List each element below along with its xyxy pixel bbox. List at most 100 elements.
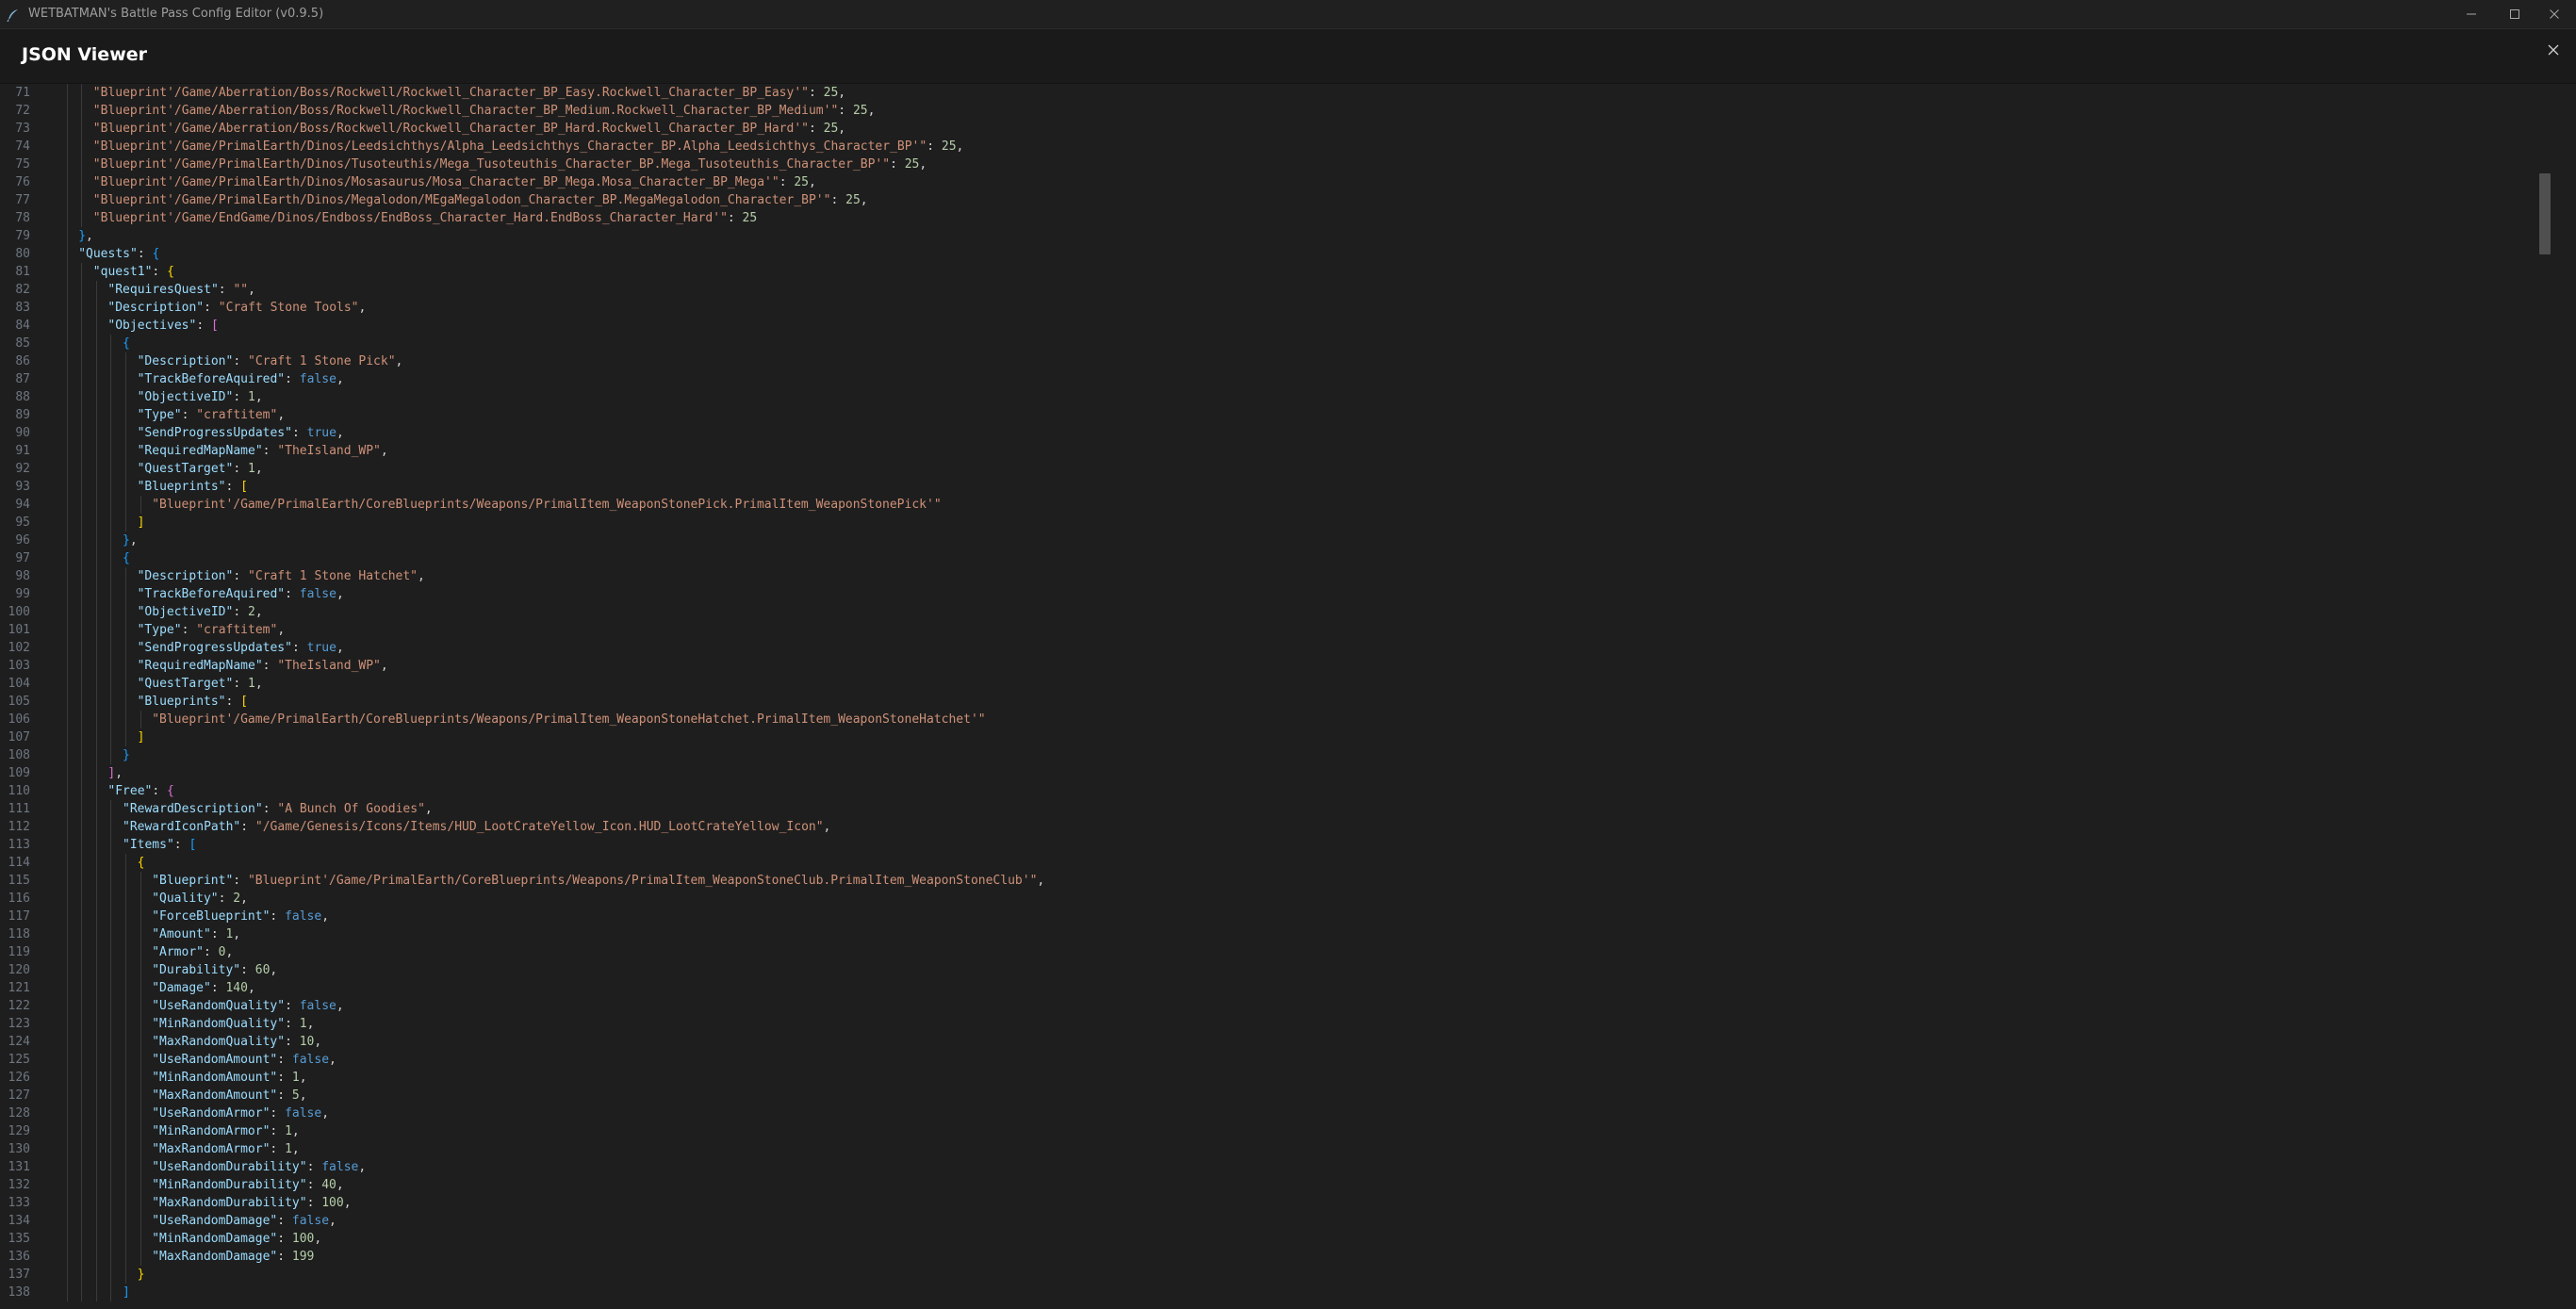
indent-guide	[95, 567, 97, 585]
indent-guide	[139, 1122, 141, 1140]
indent-guide	[139, 925, 141, 943]
indent-guide	[95, 782, 97, 800]
code-token: }	[78, 229, 87, 243]
indent-guide	[81, 800, 83, 818]
indent-guide	[81, 603, 83, 621]
json-code-view[interactable]: 71 "Blueprint'/Game/Aberration/Boss/Rockw…	[0, 84, 2554, 1309]
indent-guide	[66, 120, 68, 138]
code-token: "Blueprint'/Game/PrimalEarth/Dinos/Mosas…	[92, 175, 779, 189]
vertical-scrollbar[interactable]	[2535, 84, 2554, 1309]
code-token: "Blueprint'/Game/PrimalEarth/CoreBluepri…	[152, 498, 942, 512]
code-token: :	[277, 1071, 292, 1085]
line-number: 118	[8, 927, 30, 941]
code-token: 199	[291, 1250, 315, 1264]
code-content: "RewardIconPath": "/Game/Genesis/Icons/I…	[123, 818, 830, 836]
code-content: "Blueprint'/Game/PrimalEarth/Dinos/Mosas…	[93, 173, 816, 191]
indent-guide	[95, 764, 97, 782]
indent-guide	[110, 496, 112, 514]
code-token: ,	[395, 354, 403, 368]
code-token: :	[262, 802, 278, 816]
indent-guide	[95, 1104, 97, 1122]
indent-guide	[81, 1104, 83, 1122]
code-token: [	[189, 838, 197, 852]
line-number: 78	[15, 211, 30, 225]
code-token: "RequiredMapName"	[137, 659, 263, 673]
code-content: "Quality": 2,	[152, 890, 248, 908]
close-window-button[interactable]	[2533, 0, 2576, 28]
code-content: "Blueprint'/Game/Aberration/Boss/Rockwel…	[93, 120, 845, 138]
line-number: 98	[15, 569, 30, 583]
line-number: 94	[15, 498, 30, 512]
code-token: false	[299, 999, 336, 1013]
code-token: :	[727, 211, 743, 225]
code-token: :	[890, 157, 905, 172]
code-content: "RewardDescription": "A Bunch Of Goodies…	[123, 800, 433, 818]
line-number: 95	[15, 515, 30, 530]
indent-guide	[110, 1194, 112, 1212]
indent-guide	[125, 442, 126, 460]
indent-guide	[125, 693, 126, 711]
code-token: :	[277, 1053, 292, 1067]
indent-guide	[81, 585, 83, 603]
code-content: "ObjectiveID": 1,	[138, 388, 263, 406]
indent-guide	[95, 872, 97, 890]
code-token: {	[152, 247, 160, 261]
indent-guide	[110, 370, 112, 388]
code-token: :	[285, 372, 300, 386]
line-number: 112	[8, 820, 30, 834]
code-content: "Blueprint'/Game/PrimalEarth/CoreBluepri…	[152, 711, 985, 728]
code-token: :	[277, 1088, 292, 1103]
indent-guide	[66, 245, 68, 263]
code-token: [	[240, 695, 248, 709]
indent-guide	[95, 836, 97, 854]
indent-guide	[66, 102, 68, 120]
code-token: :	[181, 623, 197, 637]
indent-guide	[66, 442, 68, 460]
indent-guide	[66, 281, 68, 299]
indent-guide	[81, 1051, 83, 1069]
indent-guide	[95, 549, 97, 567]
title-bar[interactable]: WETBATMAN's Battle Pass Config Editor (v…	[0, 0, 2576, 29]
indent-guide	[139, 1176, 141, 1194]
line-number: 121	[8, 981, 30, 995]
line-number: 116	[8, 892, 30, 906]
indent-guide	[81, 478, 83, 496]
line-number: 88	[15, 390, 30, 404]
indent-guide	[125, 621, 126, 639]
indent-guide	[66, 406, 68, 424]
indent-guide	[66, 1248, 68, 1266]
close-viewer-button[interactable]	[2542, 39, 2565, 61]
indent-guide	[95, 335, 97, 352]
code-token: :	[152, 265, 168, 279]
code-token: "RewardDescription"	[123, 802, 263, 816]
indent-guide	[110, 1015, 112, 1033]
scrollbar-thumb[interactable]	[2539, 173, 2551, 254]
indent-guide	[139, 1212, 141, 1230]
indent-guide	[125, 961, 126, 979]
code-token: ,	[860, 193, 868, 207]
line-number: 76	[15, 175, 30, 189]
code-token: "Quests"	[78, 247, 138, 261]
code-token: :	[137, 247, 153, 261]
indent-guide	[95, 800, 97, 818]
minimize-button[interactable]	[2450, 0, 2493, 28]
line-number: 122	[8, 999, 30, 1013]
code-token: :	[306, 1160, 322, 1174]
line-number: 125	[8, 1053, 30, 1067]
code-token: :	[291, 641, 307, 655]
indent-guide	[110, 1069, 112, 1087]
indent-guide	[110, 352, 112, 370]
code-content: "UseRandomQuality": false,	[152, 997, 344, 1015]
indent-guide	[66, 621, 68, 639]
code-token: "ObjectiveID"	[137, 390, 234, 404]
code-token: "UseRandomQuality"	[152, 999, 286, 1013]
indent-guide	[95, 299, 97, 317]
line-number: 108	[8, 748, 30, 762]
indent-guide	[81, 997, 83, 1015]
indent-guide	[95, 746, 97, 764]
code-token: ,	[380, 444, 388, 458]
code-content: "MinRandomDurability": 40,	[152, 1176, 344, 1194]
maximize-button[interactable]	[2493, 0, 2536, 28]
code-content: "Blueprint'/Game/PrimalEarth/Dinos/Leeds…	[93, 138, 964, 155]
line-number: 123	[8, 1017, 30, 1031]
